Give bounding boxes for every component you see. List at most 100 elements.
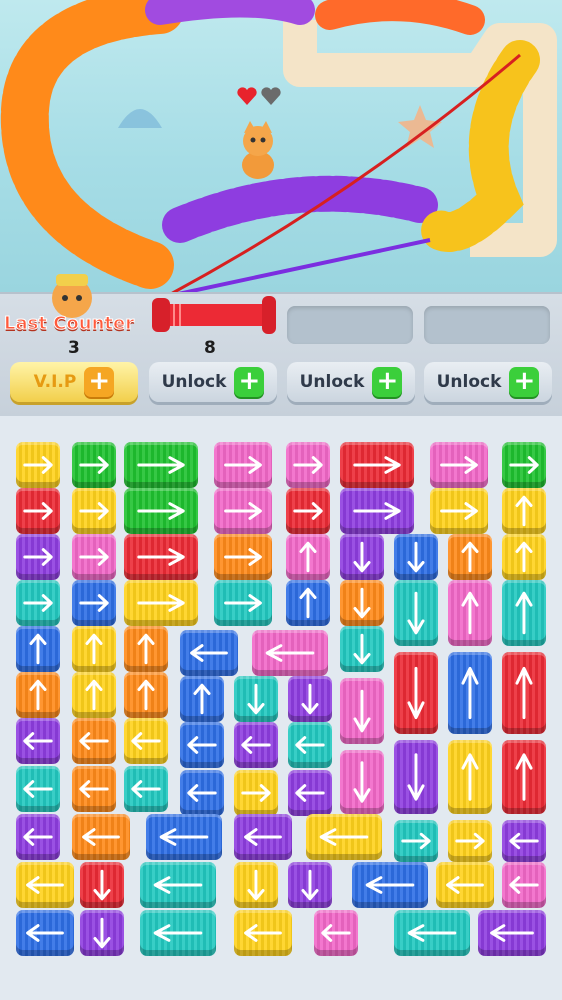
arrow-down-icon xyxy=(234,676,278,722)
yarn-tile-left[interactable] xyxy=(234,814,292,860)
yarn-tile-right[interactable] xyxy=(340,442,414,488)
yarn-tile-left[interactable] xyxy=(306,814,382,860)
yarn-tile-right[interactable] xyxy=(16,534,60,580)
yarn-tile-right[interactable] xyxy=(430,488,488,534)
yarn-tile-left[interactable] xyxy=(124,766,168,812)
yarn-tile-left[interactable] xyxy=(140,862,216,908)
yarn-tile-right[interactable] xyxy=(16,442,60,488)
arrow-right-icon xyxy=(124,488,198,534)
yarn-tile-up[interactable] xyxy=(502,652,546,734)
yarn-tile-right[interactable] xyxy=(16,580,60,626)
yarn-tile-right[interactable] xyxy=(234,770,278,816)
heart-full-icon xyxy=(237,87,257,105)
yarn-tile-left[interactable] xyxy=(72,814,130,860)
yarn-tile-up[interactable] xyxy=(448,740,492,814)
yarn-tile-up[interactable] xyxy=(72,672,116,718)
yarn-tile-down[interactable] xyxy=(394,534,438,580)
yarn-tile-left[interactable] xyxy=(288,722,332,768)
yarn-tile-right[interactable] xyxy=(124,488,198,534)
yarn-tile-down[interactable] xyxy=(340,626,384,672)
yarn-tile-up[interactable] xyxy=(448,534,492,580)
yarn-tile-left[interactable] xyxy=(502,862,546,908)
yarn-tile-left[interactable] xyxy=(140,910,216,956)
yarn-tile-down[interactable] xyxy=(394,652,438,734)
yarn-tile-left[interactable] xyxy=(288,770,332,816)
yarn-tile-up[interactable] xyxy=(448,652,492,734)
yarn-tile-left[interactable] xyxy=(16,766,60,812)
yarn-tile-up[interactable] xyxy=(124,626,168,672)
yarn-tile-up[interactable] xyxy=(502,740,546,814)
yarn-tile-down[interactable] xyxy=(394,740,438,814)
yarn-tile-right[interactable] xyxy=(286,442,330,488)
yarn-tile-left[interactable] xyxy=(146,814,222,860)
yarn-tile-left[interactable] xyxy=(124,718,168,764)
yarn-tile-right[interactable] xyxy=(286,488,330,534)
yarn-tile-right[interactable] xyxy=(340,488,414,534)
yarn-tile-left[interactable] xyxy=(352,862,428,908)
yarn-tile-up[interactable] xyxy=(502,534,546,580)
yarn-tile-left[interactable] xyxy=(180,770,224,816)
yarn-tile-down[interactable] xyxy=(394,580,438,646)
yarn-tile-up[interactable] xyxy=(16,626,60,672)
yarn-tile-down[interactable] xyxy=(288,676,332,722)
yarn-tile-right[interactable] xyxy=(448,820,492,862)
arrow-right-icon xyxy=(16,534,60,580)
yarn-tile-up[interactable] xyxy=(502,580,546,646)
yarn-tile-right[interactable] xyxy=(214,442,272,488)
yarn-tile-left[interactable] xyxy=(502,820,546,862)
yarn-tile-right[interactable] xyxy=(124,534,198,580)
yarn-tile-right[interactable] xyxy=(502,442,546,488)
yarn-tile-down[interactable] xyxy=(234,862,278,908)
yarn-tile-left[interactable] xyxy=(16,718,60,764)
yarn-tile-right[interactable] xyxy=(124,580,198,626)
yarn-tile-right[interactable] xyxy=(72,442,116,488)
yarn-tile-left[interactable] xyxy=(394,910,470,956)
yarn-tile-left[interactable] xyxy=(72,766,116,812)
yarn-tile-left[interactable] xyxy=(234,722,278,768)
yarn-tile-right[interactable] xyxy=(72,488,116,534)
yarn-tile-right[interactable] xyxy=(214,488,272,534)
yarn-tile-down[interactable] xyxy=(80,910,124,956)
yarn-tile-down[interactable] xyxy=(288,862,332,908)
yarn-tile-right[interactable] xyxy=(72,580,116,626)
yarn-tile-down[interactable] xyxy=(340,580,384,626)
yarn-tile-left[interactable] xyxy=(16,910,74,956)
yarn-tile-down[interactable] xyxy=(340,534,384,580)
yarn-tile-left[interactable] xyxy=(180,630,238,676)
unlock-button-3[interactable]: Unlock + xyxy=(424,362,552,402)
yarn-tile-up[interactable] xyxy=(286,580,330,626)
yarn-tile-up[interactable] xyxy=(16,672,60,718)
yarn-tile-left[interactable] xyxy=(72,718,116,764)
yarn-tile-up[interactable] xyxy=(502,488,546,534)
arrow-up-icon xyxy=(286,534,330,580)
yarn-tile-right[interactable] xyxy=(394,820,438,862)
yarn-tile-right[interactable] xyxy=(124,442,198,488)
yarn-tile-left[interactable] xyxy=(314,910,358,956)
yarn-tile-left[interactable] xyxy=(180,722,224,768)
yarn-tile-right[interactable] xyxy=(214,534,272,580)
yarn-tile-left[interactable] xyxy=(234,910,292,956)
yarn-tile-up[interactable] xyxy=(286,534,330,580)
yarn-tile-up[interactable] xyxy=(448,580,492,646)
yarn-tile-right[interactable] xyxy=(430,442,488,488)
yarn-tile-left[interactable] xyxy=(252,630,328,676)
unlock-button-1[interactable]: Unlock + xyxy=(149,362,277,402)
yarn-tile-up[interactable] xyxy=(124,672,168,718)
yarn-tile-up[interactable] xyxy=(180,676,224,722)
yarn-tile-down[interactable] xyxy=(340,750,384,814)
unlock-button-2[interactable]: Unlock + xyxy=(287,362,415,402)
yarn-tile-left[interactable] xyxy=(16,862,74,908)
yarn-tile-left[interactable] xyxy=(478,910,546,956)
yarn-tile-down[interactable] xyxy=(340,678,384,744)
yarn-tile-down[interactable] xyxy=(80,862,124,908)
yarn-tile-right[interactable] xyxy=(72,534,116,580)
arrow-up-icon xyxy=(16,672,60,718)
vip-button[interactable]: V.I.P + xyxy=(10,362,138,402)
yarn-tile-right[interactable] xyxy=(16,488,60,534)
yarn-tile-left[interactable] xyxy=(16,814,60,860)
yarn-tile-right[interactable] xyxy=(214,580,272,626)
yarn-tile-left[interactable] xyxy=(436,862,494,908)
yarn-tile-down[interactable] xyxy=(234,676,278,722)
arrow-down-icon xyxy=(340,626,384,672)
yarn-tile-up[interactable] xyxy=(72,626,116,672)
